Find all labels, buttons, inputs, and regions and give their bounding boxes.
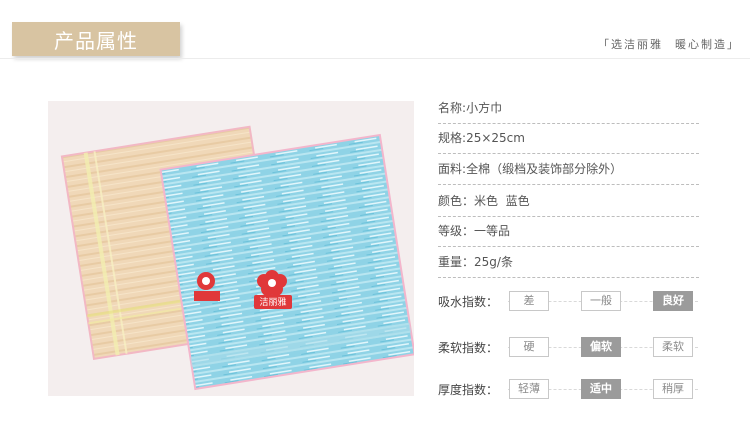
index-option: 稍厚 [653,379,693,399]
attr-row-weight: 重量：25g/条 [438,247,699,278]
attr-row-fabric: 面料:全棉（缎档及装饰部分除外） [438,154,699,185]
index-row-softness: 柔软指数： 硬 偏软 柔软 [438,337,708,357]
towel-illustration: 洁丽雅 [60,125,414,391]
attr-value: 25×25cm [466,131,525,145]
attr-label: 等级 [438,224,463,238]
blue-towel [159,133,414,391]
index-option: 柔软 [653,337,693,357]
slogan-right: 暖心制造」 [675,38,740,51]
slogan-left: 「选洁丽雅 [598,38,663,51]
slogan: 「选洁丽雅 暖心制造」 [598,36,740,52]
attr-value: 米色 蓝色 [474,194,530,208]
index-label: 厚度指数： [438,383,499,397]
attr-label: 名称 [438,101,463,115]
attr-sep: ： [462,224,475,238]
index-label: 柔软指数： [438,341,499,355]
index-option: 良好 [653,291,693,311]
index-option: 偏软 [581,337,621,357]
svg-text:洁丽雅: 洁丽雅 [259,296,286,308]
attr-sep: ： [462,194,475,208]
attr-sep: ： [462,255,475,269]
index-option: 硬 [509,337,549,357]
attr-row-size: 规格:25×25cm [438,123,699,154]
index-row-thickness: 厚度指数： 轻薄 适中 稍厚 [438,379,708,399]
attr-value: 全棉（缎档及装饰部分除外） [466,162,623,176]
attr-label: 面料 [438,162,463,176]
product-photo: 洁丽雅 [48,101,414,396]
attr-value: 25g/条 [474,255,513,269]
index-option: 轻薄 [509,379,549,399]
header-divider [0,58,750,59]
section-title-tab: 产品属性 [12,22,180,56]
index-row-absorbency: 吸水指数： 差 一般 良好 [438,291,708,311]
attr-row-grade: 等级：一等品 [438,216,699,247]
section-title: 产品属性 [54,28,138,53]
attr-label: 重量 [438,255,463,269]
attr-label: 颜色 [438,194,463,208]
attr-value: 小方巾 [466,101,503,115]
attr-row-color: 颜色：米色 蓝色 [438,186,699,217]
attr-label: 规格 [438,131,463,145]
index-option: 一般 [581,291,621,311]
attr-row-name: 名称:小方巾 [438,93,699,124]
index-option: 差 [509,291,549,311]
attr-value: 一等品 [474,224,511,238]
index-option: 适中 [581,379,621,399]
index-label: 吸水指数： [438,295,499,309]
